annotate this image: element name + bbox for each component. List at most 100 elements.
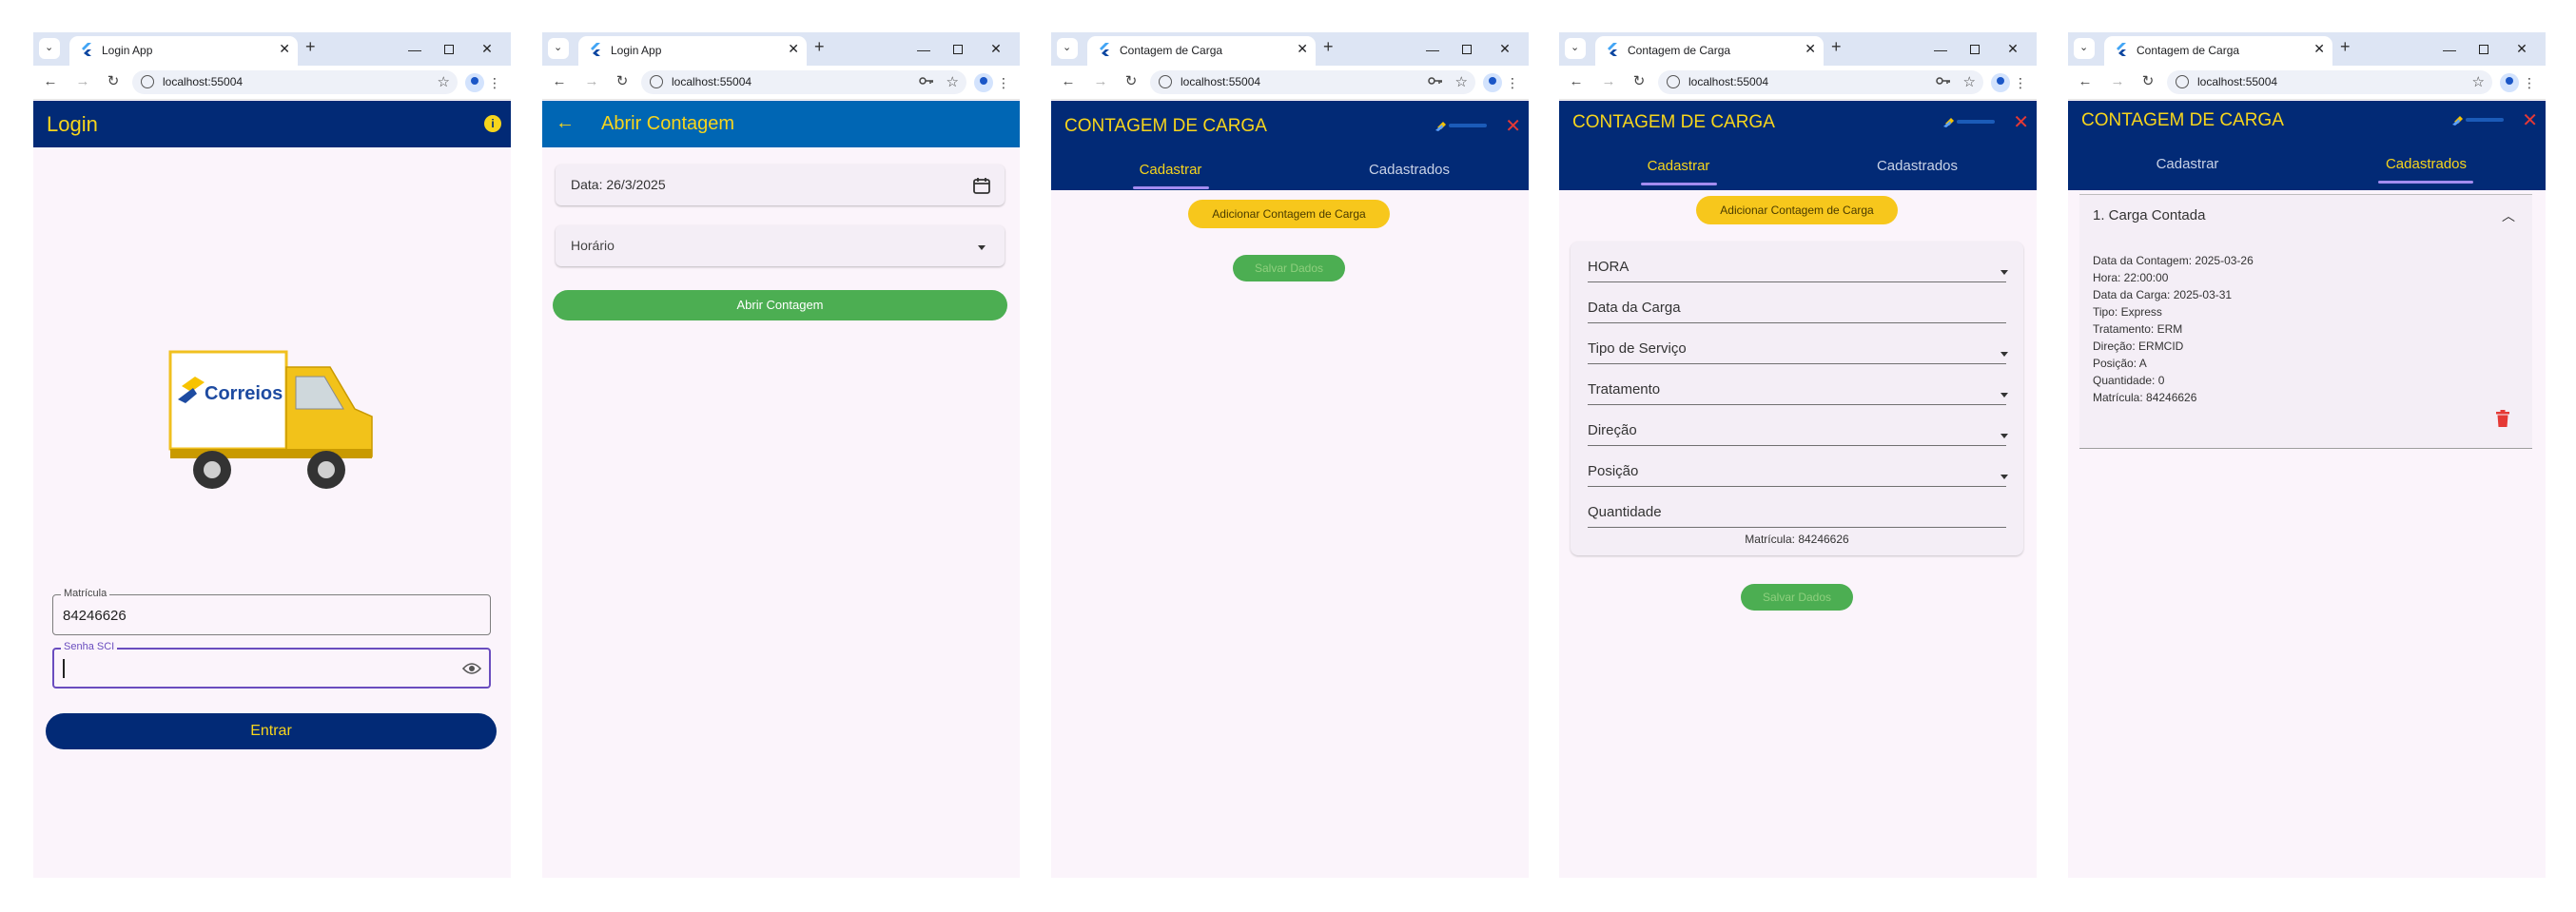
back-icon[interactable]: ← — [41, 72, 60, 91]
quantidade-field[interactable]: Quantidade — [1588, 504, 1662, 520]
site-info-icon[interactable] — [2176, 75, 2189, 88]
info-icon[interactable]: i — [484, 115, 501, 132]
address-bar[interactable]: localhost:55004 ☆ — [132, 70, 458, 94]
forward-icon[interactable]: → — [1599, 72, 1618, 91]
key-icon[interactable] — [1936, 75, 1951, 87]
back-icon[interactable]: ← — [1567, 72, 1586, 91]
maximize-button[interactable] — [1453, 32, 1481, 66]
browser-tab[interactable]: Contagem de Carga ✕ — [2104, 36, 2332, 66]
close-icon[interactable]: ✕ — [2522, 108, 2538, 132]
close-tab-icon[interactable]: ✕ — [788, 41, 799, 57]
key-icon[interactable] — [919, 75, 934, 87]
browser-menu-icon[interactable]: ⋮ — [1506, 73, 1519, 92]
tab-cadastrados[interactable]: Cadastrados — [1798, 158, 2037, 174]
maximize-button[interactable] — [2469, 32, 2498, 66]
back-arrow-icon[interactable]: ← — [556, 112, 575, 134]
profile-avatar[interactable] — [465, 73, 484, 92]
new-tab-icon[interactable]: + — [1831, 37, 1842, 57]
new-tab-icon[interactable]: + — [1323, 37, 1334, 57]
site-info-icon[interactable] — [1159, 75, 1172, 88]
new-tab-icon[interactable]: + — [814, 37, 825, 57]
back-icon[interactable]: ← — [1059, 72, 1078, 91]
reload-icon[interactable]: ↻ — [613, 72, 632, 91]
close-icon[interactable]: ✕ — [1505, 114, 1521, 138]
tab-search-button[interactable]: ⌄ — [548, 38, 569, 59]
bookmark-star-icon[interactable]: ☆ — [1963, 73, 1976, 90]
back-icon[interactable]: ← — [2076, 72, 2095, 91]
tratamento-dropdown[interactable]: Tratamento — [1588, 381, 1660, 398]
maximize-button[interactable] — [944, 32, 972, 66]
horario-dropdown[interactable]: Horário — [556, 225, 1005, 266]
profile-avatar[interactable] — [2500, 73, 2519, 92]
enter-button[interactable]: Entrar — [46, 713, 497, 749]
bookmark-star-icon[interactable]: ☆ — [2472, 73, 2485, 90]
reload-icon[interactable]: ↻ — [2138, 72, 2157, 91]
close-window-button[interactable]: ✕ — [1999, 32, 2027, 66]
maximize-button[interactable] — [1961, 32, 1989, 66]
collapse-chevron-icon[interactable]: ︿ — [2502, 206, 2515, 225]
eye-icon[interactable] — [462, 661, 481, 676]
forward-icon[interactable]: → — [2108, 72, 2127, 91]
close-window-button[interactable]: ✕ — [1491, 32, 1519, 66]
close-window-button[interactable]: ✕ — [473, 32, 501, 66]
bookmark-star-icon[interactable]: ☆ — [1455, 73, 1468, 90]
close-tab-icon[interactable]: ✕ — [1297, 41, 1308, 57]
forward-icon[interactable]: → — [73, 72, 92, 91]
tab-cadastrar[interactable]: Cadastrar — [2068, 156, 2307, 172]
calendar-icon[interactable] — [972, 176, 991, 195]
close-tab-icon[interactable]: ✕ — [279, 41, 290, 57]
site-info-icon[interactable] — [141, 75, 154, 88]
data-carga-field[interactable]: Data da Carga — [1588, 300, 1681, 316]
minimize-button[interactable]: — — [2435, 32, 2464, 66]
direcao-dropdown[interactable]: Direção — [1588, 422, 1637, 438]
browser-menu-icon[interactable]: ⋮ — [488, 73, 501, 92]
forward-icon[interactable]: → — [582, 72, 601, 91]
posicao-dropdown[interactable]: Posição — [1588, 463, 1638, 479]
site-info-icon[interactable] — [650, 75, 663, 88]
reload-icon[interactable]: ↻ — [1122, 72, 1141, 91]
hora-dropdown[interactable]: HORA — [1588, 259, 1629, 275]
maximize-button[interactable] — [435, 32, 463, 66]
tab-cadastrar[interactable]: Cadastrar — [1559, 158, 1798, 174]
tab-cadastrados[interactable]: Cadastrados — [1290, 162, 1529, 178]
new-tab-icon[interactable]: + — [2340, 37, 2351, 57]
browser-tab[interactable]: Login App ✕ — [69, 36, 298, 66]
tab-search-button[interactable]: ⌄ — [1565, 38, 1586, 59]
back-icon[interactable]: ← — [550, 72, 569, 91]
add-contagem-button[interactable]: Adicionar Contagem de Carga — [1696, 196, 1898, 224]
tipo-servico-dropdown[interactable]: Tipo de Serviço — [1588, 340, 1687, 357]
close-window-button[interactable]: ✕ — [982, 32, 1010, 66]
open-contagem-button[interactable]: Abrir Contagem — [553, 290, 1007, 320]
save-data-button[interactable]: Salvar Dados — [1741, 584, 1853, 611]
card-title[interactable]: 1. Carga Contada — [2093, 207, 2205, 223]
address-bar[interactable]: localhost:55004 ☆ — [2167, 70, 2492, 94]
browser-tab[interactable]: Contagem de Carga ✕ — [1595, 36, 1824, 66]
date-picker-field[interactable]: Data: 26/3/2025 — [556, 165, 1005, 205]
browser-tab[interactable]: Contagem de Carga ✕ — [1087, 36, 1316, 66]
forward-icon[interactable]: → — [1091, 72, 1110, 91]
address-bar[interactable]: localhost:55004 ☆ — [641, 70, 966, 94]
matricula-field[interactable]: Matrícula 84246626 — [52, 588, 491, 635]
new-tab-icon[interactable]: + — [305, 37, 316, 57]
tab-search-button[interactable]: ⌄ — [39, 38, 60, 59]
minimize-button[interactable]: — — [400, 32, 429, 66]
site-info-icon[interactable] — [1667, 75, 1680, 88]
address-bar[interactable]: localhost:55004 ☆ — [1658, 70, 1983, 94]
tab-cadastrar[interactable]: Cadastrar — [1051, 162, 1290, 178]
tab-search-button[interactable]: ⌄ — [2074, 38, 2095, 59]
reload-icon[interactable]: ↻ — [104, 72, 123, 91]
senha-field[interactable]: Senha SCI — [52, 641, 491, 689]
minimize-button[interactable]: — — [909, 32, 938, 66]
delete-icon[interactable] — [2496, 410, 2509, 427]
minimize-button[interactable]: — — [1418, 32, 1447, 66]
profile-avatar[interactable] — [974, 73, 993, 92]
close-tab-icon[interactable]: ✕ — [2313, 41, 2325, 57]
browser-tab[interactable]: Login App ✕ — [578, 36, 807, 66]
save-data-button[interactable]: Salvar Dados — [1233, 255, 1345, 281]
browser-menu-icon[interactable]: ⋮ — [997, 73, 1010, 92]
profile-avatar[interactable] — [1483, 73, 1502, 92]
bookmark-star-icon[interactable]: ☆ — [946, 73, 959, 90]
minimize-button[interactable]: — — [1926, 32, 1955, 66]
close-window-button[interactable]: ✕ — [2508, 32, 2536, 66]
bookmark-star-icon[interactable]: ☆ — [438, 73, 450, 90]
